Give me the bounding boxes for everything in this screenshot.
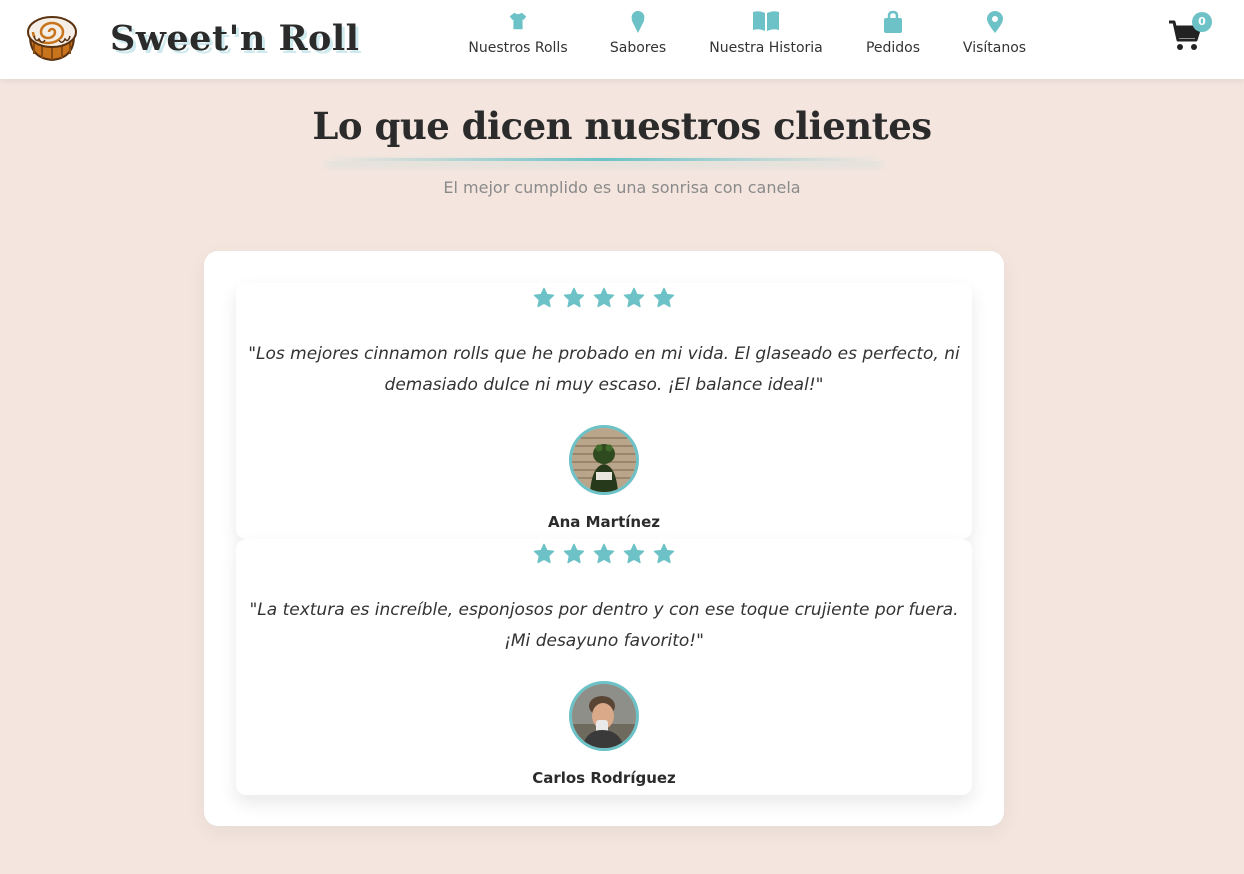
title-underline — [326, 158, 882, 161]
star-rating — [236, 287, 972, 311]
star-icon — [623, 287, 645, 308]
shopping-bag-icon — [864, 10, 922, 36]
testimonials-panel: "Los mejores cinnamon rolls que he proba… — [204, 251, 1004, 826]
client-name: Carlos Rodríguez — [532, 769, 676, 787]
star-icon — [653, 287, 675, 308]
nav-label: Pedidos — [865, 40, 921, 56]
nav-item-visitanos[interactable]: Visítanos — [961, 10, 1028, 57]
map-pin-icon — [961, 10, 1028, 36]
avatar — [569, 681, 639, 751]
cart-button[interactable]: 0 — [1168, 12, 1212, 54]
client-name: Ana Martínez — [548, 513, 660, 531]
testimonial-quote: "La textura es increíble, esponjosos por… — [249, 600, 959, 651]
star-icon — [623, 543, 645, 564]
avatar — [569, 425, 639, 495]
ice-cream-icon — [608, 10, 668, 36]
testimonial-card: "Los mejores cinnamon rolls que he proba… — [236, 283, 972, 539]
testimonial-card: "La textura es increíble, esponjosos por… — [236, 539, 972, 795]
star-icon — [563, 543, 585, 564]
star-icon — [533, 543, 555, 564]
tshirt-icon — [467, 10, 569, 36]
star-icon — [593, 543, 615, 564]
testimonial-quote: "Los mejores cinnamon rolls que he proba… — [248, 344, 960, 395]
star-rating — [236, 543, 972, 567]
top-navbar: Sweet'n Roll Nuestros Rolls Sabores Nues… — [0, 0, 1244, 79]
nav-label: Visítanos — [962, 40, 1027, 56]
main-nav: Nuestros Rolls Sabores Nuestra Historia … — [0, 10, 1244, 70]
star-icon — [653, 543, 675, 564]
star-icon — [593, 287, 615, 308]
nav-label: Sabores — [609, 40, 667, 56]
star-icon — [533, 287, 555, 308]
nav-label: Nuestra Historia — [709, 40, 823, 56]
nav-label: Nuestros Rolls — [468, 40, 568, 56]
section-title: Lo que dicen nuestros clientes — [312, 104, 932, 148]
book-icon — [708, 10, 824, 36]
nav-item-nuestros-rolls[interactable]: Nuestros Rolls — [467, 10, 569, 57]
nav-item-sabores[interactable]: Sabores — [608, 10, 668, 57]
nav-item-pedidos[interactable]: Pedidos — [864, 10, 922, 57]
star-icon — [563, 287, 585, 308]
section-subtitle: El mejor cumplido es una sonrisa con can… — [443, 178, 801, 197]
cart-count-badge: 0 — [1192, 12, 1212, 32]
nav-item-nuestra-historia[interactable]: Nuestra Historia — [708, 10, 824, 57]
